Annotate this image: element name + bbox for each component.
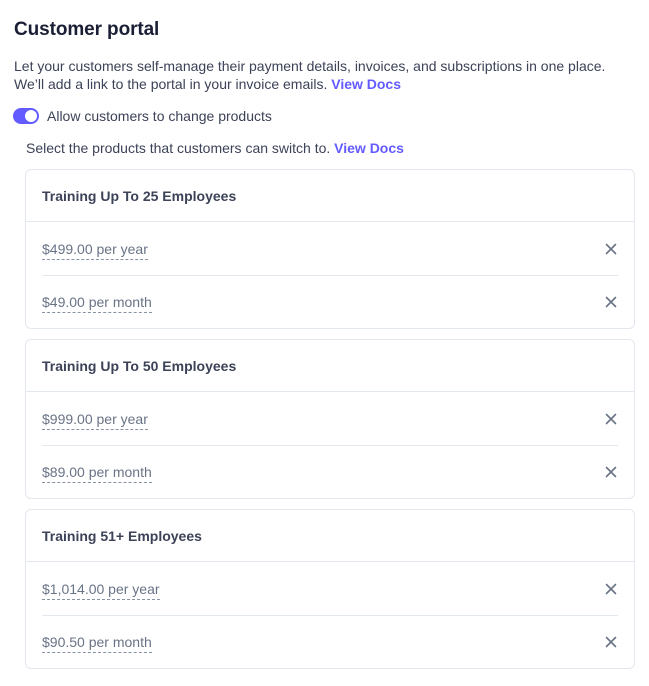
close-icon[interactable] [604,635,618,649]
price-row: $499.00 per year [42,222,618,275]
close-icon[interactable] [604,242,618,256]
price-link[interactable]: $90.50 per month [42,634,152,653]
toggle-knob [25,110,37,122]
change-products-toggle-row: Allow customers to change products [13,107,272,125]
product-name: Training Up To 25 Employees [42,187,237,204]
price-link[interactable]: $49.00 per month [42,294,152,313]
product-name: Training 51+ Employees [42,527,202,544]
product-card-header: Training 51+ Employees [26,510,634,562]
price-row: $89.00 per month [42,445,618,498]
page-title: Customer portal [14,19,160,40]
selection-view-docs-link[interactable]: View Docs [334,140,404,156]
view-docs-link[interactable]: View Docs [331,76,401,92]
toggle-label: Allow customers to change products [47,108,272,124]
product-selection-hint: Select the products that customers can s… [26,139,404,157]
price-link[interactable]: $499.00 per year [42,241,148,260]
price-row: $1,014.00 per year [42,562,618,615]
close-icon[interactable] [604,412,618,426]
price-link[interactable]: $999.00 per year [42,411,148,430]
product-card: Training Up To 25 Employees $499.00 per … [25,169,635,329]
close-icon[interactable] [604,582,618,596]
price-row: $49.00 per month [42,275,618,328]
product-card: Training Up To 50 Employees $999.00 per … [25,339,635,499]
price-link[interactable]: $1,014.00 per year [42,581,160,600]
description-text: Let your customers self-manage their pay… [14,58,606,92]
selection-text: Select the products that customers can s… [26,140,331,156]
product-name: Training Up To 50 Employees [42,357,237,374]
price-link[interactable]: $89.00 per month [42,464,152,483]
close-icon[interactable] [604,295,618,309]
product-card-header: Training Up To 50 Employees [26,340,634,392]
change-products-toggle[interactable] [13,108,39,124]
close-icon[interactable] [604,465,618,479]
price-row: $999.00 per year [42,392,618,445]
page-description: Let your customers self-manage their pay… [14,57,639,93]
product-card-header: Training Up To 25 Employees [26,170,634,222]
product-card: Training 51+ Employees $1,014.00 per yea… [25,509,635,669]
price-row: $90.50 per month [42,615,618,668]
